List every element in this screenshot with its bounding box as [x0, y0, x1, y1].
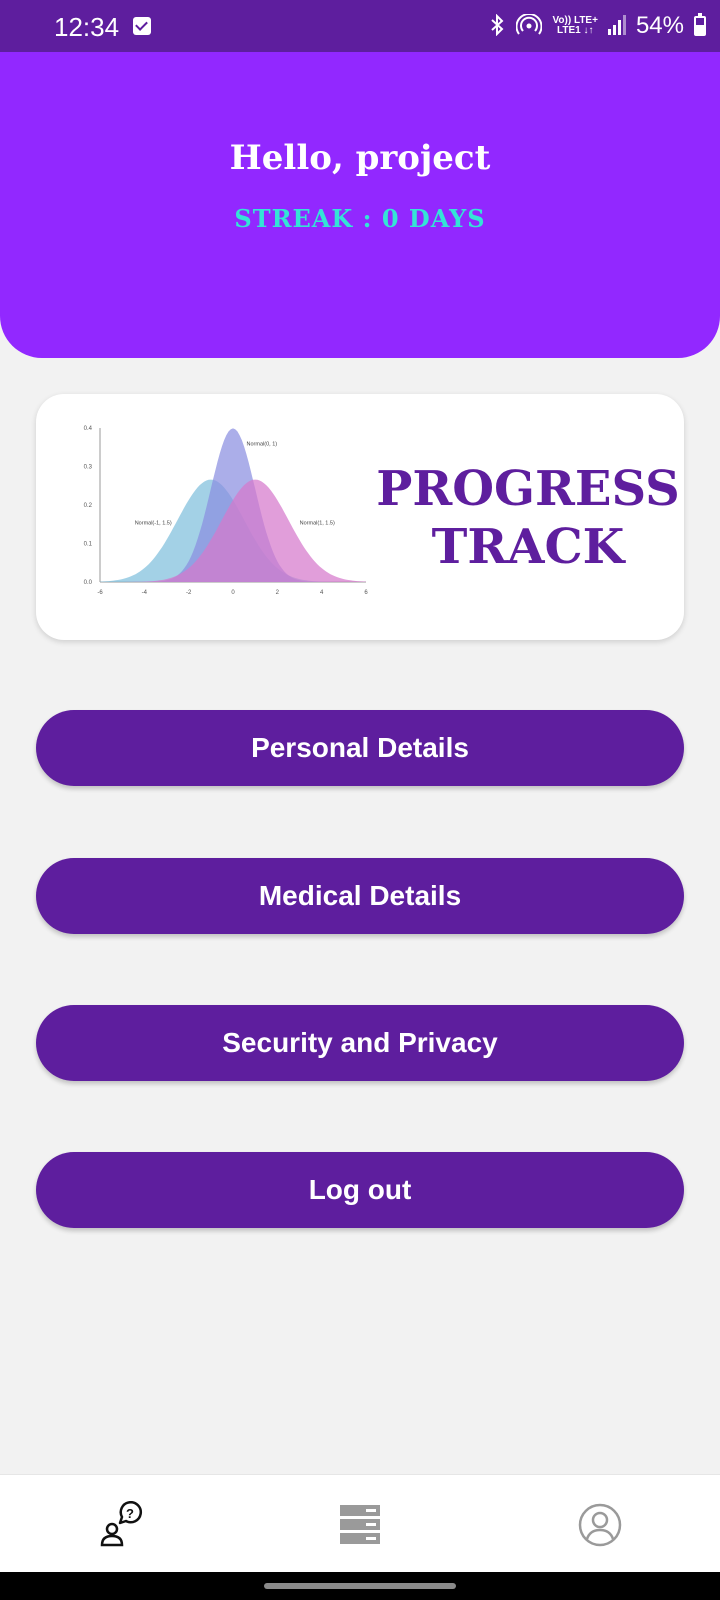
nav-profile[interactable]: [570, 1497, 630, 1553]
y-tick-label: 0.2: [84, 503, 93, 509]
x-tick-label: 2: [276, 590, 280, 596]
progress-chart: -6 -4 -2 0 2 4 6 0.0 0.1 0.2 0.3 0.4 Normal(-1, 1.5)…: [84, 426, 369, 596]
x-tick-label: -4: [142, 590, 148, 596]
volte-line2: LTE1 ↓↑: [556, 25, 594, 36]
y-tick-label: 0.0: [84, 580, 93, 586]
greeting-text: Hello, project: [229, 138, 491, 178]
signal-icon: [607, 14, 626, 38]
help-chat-icon: ?: [100, 1501, 143, 1547]
medical-details-button[interactable]: Medical Details: [36, 858, 684, 934]
y-tick-label: 0.1: [84, 542, 93, 548]
series-label: Normal(1, 1.5): [300, 520, 335, 526]
banner-title: PROGRESS TRACK: [358, 460, 684, 576]
x-tick-label: 6: [364, 590, 368, 596]
battery-icon: [694, 13, 706, 36]
streak-text: STREAK : 0 DAYS: [234, 204, 486, 233]
profile-icon: [578, 1503, 622, 1547]
status-icons: Vo)) LTE+ LTE1 ↓↑ 54%: [488, 8, 706, 44]
x-tick-label: 0: [231, 590, 235, 596]
battery-level: [696, 25, 704, 34]
security-privacy-button[interactable]: Security and Privacy: [36, 1005, 684, 1081]
banner-title-line1: PROGRESS: [376, 461, 680, 517]
progress-track-card[interactable]: -6 -4 -2 0 2 4 6 0.0 0.1 0.2 0.3 0.4 Normal(-1, 1.5)…: [36, 394, 684, 640]
bluetooth-icon: [488, 13, 506, 39]
status-time: 12:34: [54, 12, 120, 42]
y-tick-label: 0.3: [84, 465, 93, 471]
header-panel: Hello, project STREAK : 0 DAYS: [0, 52, 720, 358]
x-tick-label: -2: [186, 590, 192, 596]
nav-help[interactable]: ?: [92, 1497, 152, 1553]
x-tick-label: -6: [97, 590, 103, 596]
personal-details-button[interactable]: Personal Details: [36, 710, 684, 786]
x-tick-label: 4: [320, 590, 324, 596]
banner-title-line2: TRACK: [431, 519, 625, 575]
series-label: Normal(-1, 1.5): [135, 520, 172, 526]
gesture-handle[interactable]: [264, 1583, 456, 1589]
y-tick-label: 0.4: [84, 426, 93, 432]
logout-button[interactable]: Log out: [36, 1152, 684, 1228]
svg-text:?: ?: [126, 1506, 134, 1521]
status-bar: 12:34 Vo)) LTE+ LTE1 ↓↑ 54%: [0, 0, 720, 52]
nav-storage[interactable]: [330, 1497, 390, 1553]
system-gesture-bar: [0, 1572, 720, 1600]
hotspot-icon: [516, 12, 543, 39]
storage-icon: [340, 1505, 380, 1544]
bottom-navigation: ?: [0, 1474, 720, 1572]
battery-percent: 54%: [635, 12, 684, 39]
series-label: Normal(0, 1): [247, 441, 278, 447]
volte-icon: Vo)) LTE+ LTE1 ↓↑: [552, 16, 597, 36]
check-box-icon: [133, 17, 151, 35]
